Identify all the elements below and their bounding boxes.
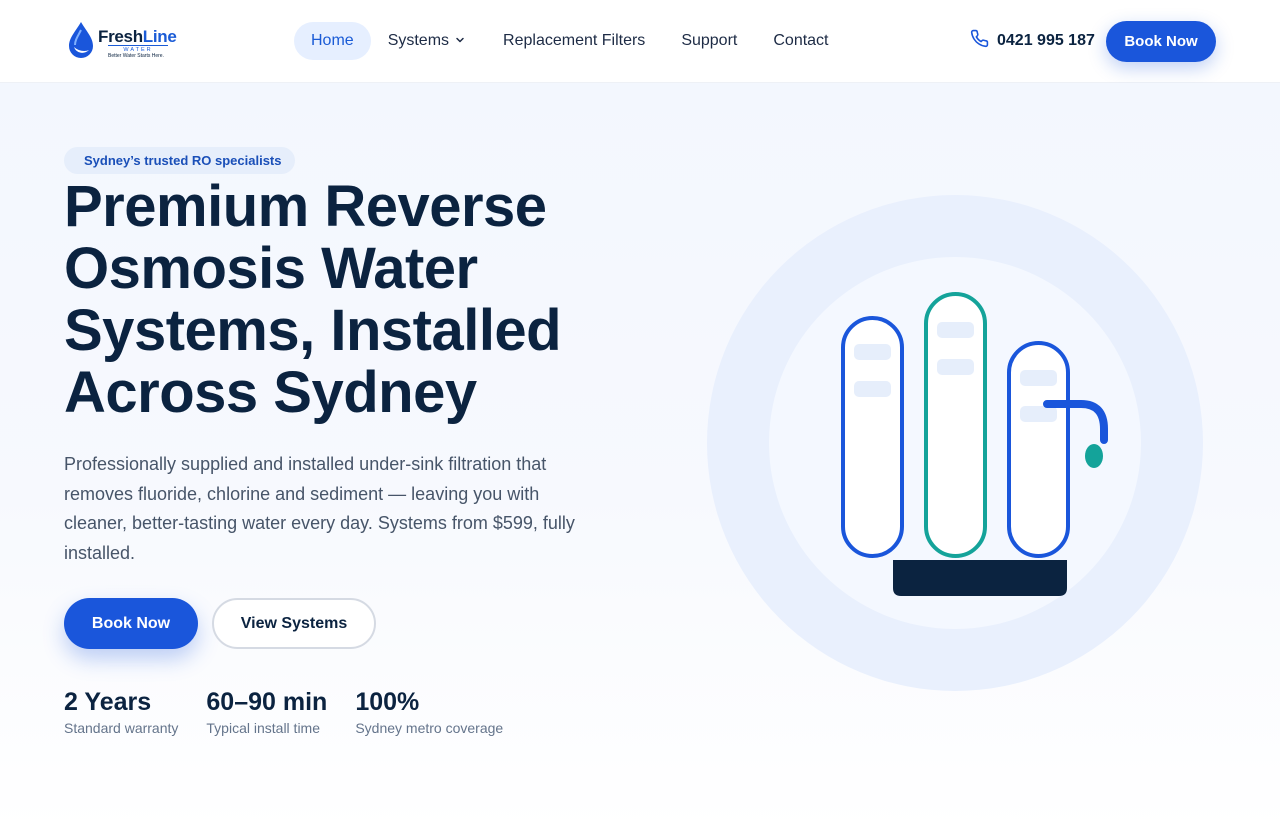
stat-install-time: 60–90 min Typical install time (206, 687, 327, 736)
main-nav: Home Systems Replacement Filters Support… (294, 22, 846, 60)
stat-value: 60–90 min (206, 688, 328, 716)
water-drop-icon (69, 22, 93, 58)
brand-name: FreshLine (98, 27, 177, 46)
nav-label: Home (311, 32, 354, 49)
nav-item-contact[interactable]: Contact (756, 22, 845, 60)
hero-headline: Premium Reverse Osmosis Water Systems, I… (64, 174, 562, 425)
hero-subcopy: Professionally supplied and installed un… (64, 454, 575, 564)
stat-label: Sydney metro coverage (355, 720, 504, 736)
nav-item-systems[interactable]: Systems (371, 22, 479, 60)
nav-label: Systems (387, 32, 450, 49)
stat-label: Typical install time (206, 720, 320, 736)
hero-badge: Sydney’s trusted RO specialists (64, 147, 296, 174)
phone-number: 0421 995 187 (997, 32, 1095, 49)
view-systems-button[interactable]: View Systems (212, 598, 376, 649)
nav-label: Replacement Filters (503, 32, 646, 49)
stat-value: 2 Years (64, 688, 152, 716)
hero-section: Sydney’s trusted RO specialists Premium … (0, 83, 1280, 832)
brand-tagline: Better Water Starts Here. (108, 53, 164, 59)
phone-link[interactable]: 0421 995 187 (970, 29, 1095, 53)
nav-label: Support (681, 32, 738, 49)
header-book-now-button[interactable]: Book Now (1106, 21, 1216, 62)
hero-book-now-button[interactable]: Book Now (64, 598, 198, 649)
chevron-down-icon (455, 32, 465, 50)
stat-value: 100% (355, 688, 420, 716)
stat-warranty: 2 Years Standard warranty (64, 687, 178, 736)
stat-label: Standard warranty (64, 720, 179, 736)
nav-item-home[interactable]: Home (294, 22, 371, 60)
stat-coverage: 100% Sydney metro coverage (355, 687, 503, 736)
ro-filter-system-icon (706, 194, 1204, 692)
nav-label: Contact (773, 32, 829, 49)
site-header: FreshLine WATER Better Water Starts Here… (0, 0, 1280, 83)
phone-icon (970, 29, 989, 53)
brand-logo[interactable]: FreshLine WATER Better Water Starts Here… (66, 20, 186, 64)
nav-item-replacement-filters[interactable]: Replacement Filters (479, 22, 664, 60)
hero-stats: 2 Years Standard warranty 60–90 min Typi… (64, 687, 531, 736)
brand-subtitle: WATER (108, 45, 168, 53)
nav-item-support[interactable]: Support (664, 22, 756, 60)
